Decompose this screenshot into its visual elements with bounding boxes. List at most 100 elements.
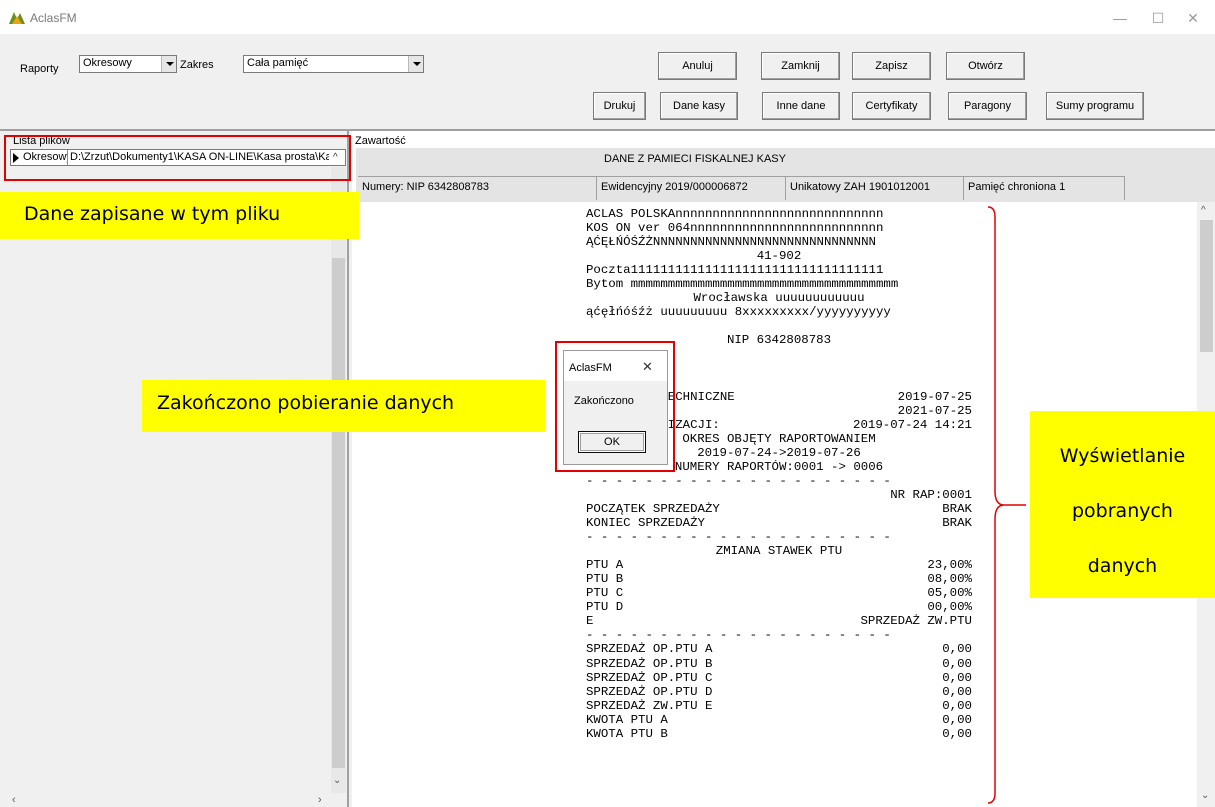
- title-bar: AclasFM — ☐ ✕: [0, 0, 1215, 34]
- receipt-line-label: - - - - - - - - - - - - - - - - - - - - …: [586, 628, 891, 643]
- fiscal-info-title: DANE Z PAMIECI FISKALNEJ KASY: [604, 153, 786, 165]
- receipt-line: SPRZEDAŻ OP.PTU B 0,00: [586, 657, 972, 671]
- receipt-line-value: 00,00%: [927, 600, 972, 615]
- receipt-line-value: 0,00: [942, 684, 972, 699]
- pamiec-field: Pamięć chroniona 1: [964, 176, 1125, 200]
- scroll-down-icon[interactable]: ⌄: [1201, 790, 1209, 801]
- otworz-button[interactable]: Otwórz: [946, 52, 1025, 80]
- receipt-line: [586, 319, 972, 333]
- receipt-line-value: 0,00: [942, 656, 972, 671]
- receipt-line-label: KWOTA PTU A: [586, 712, 668, 727]
- receipt-line-value: 0,00: [942, 642, 972, 657]
- receipt-line-label: PTU A: [586, 558, 624, 573]
- receipt-line: - - - - - - - - - - - - - - - - - - - - …: [586, 530, 972, 544]
- anuluj-button[interactable]: Anuluj: [658, 52, 737, 80]
- certyfikaty-button[interactable]: Certyfikaty: [852, 92, 931, 120]
- zakres-label: Zakres: [180, 59, 214, 71]
- receipt-line: Wrocławska uuuuuuuuuuuu: [586, 291, 972, 305]
- paragony-button[interactable]: Paragony: [948, 92, 1027, 120]
- right-brace-icon: [988, 206, 1026, 804]
- drukuj-button[interactable]: Drukuj: [593, 92, 646, 120]
- display-callout-line: pobranych: [1072, 500, 1173, 522]
- receipt-line: ĄĆĘŁŃÓŚŹŻNNNNNNNNNNNNNNNNNNNNNNNNNNNNNN: [586, 235, 972, 249]
- scroll-left-icon[interactable]: ‹: [12, 794, 16, 806]
- receipt-line-label: ąćęłńóśźż uuuuuuuuu 8xxxxxxxxx/yyyyyyyyy…: [586, 305, 891, 320]
- raporty-label: Raporty: [20, 63, 59, 75]
- receipt-line-value: 0,00: [942, 726, 972, 741]
- scroll-up-icon[interactable]: ^: [1201, 205, 1206, 216]
- receipt-line: SPRZEDAŻ OP.PTU C 0,00: [586, 671, 972, 685]
- receipt-line: PTU A 23,00%: [586, 558, 972, 572]
- receipt-line-label: - - - - - - - - - - - - - - - - - - - - …: [586, 530, 891, 545]
- receipt-line-label: KWOTA PTU B: [586, 726, 668, 741]
- receipt-line-label: SPRZEDAŻ OP.PTU B: [586, 656, 713, 671]
- receipt-line-value: 0,00: [942, 670, 972, 685]
- receipt-line: KOS ON ver 064nnnnnnnnnnnnnnnnnnnnnnnnnn: [586, 221, 972, 235]
- receipt-line: ZMIANA STAWEK PTU: [586, 544, 972, 558]
- receipt-line: - - - - - - - - - - - - - - - - - - - - …: [586, 628, 972, 642]
- display-callout-line: Wyświetlanie: [1059, 445, 1186, 467]
- receipt-line-label: Poczta1111111111111111111111111111111111: [586, 263, 884, 278]
- receipt-line-label: POCZĄTEK SPRZEDAŻY: [586, 501, 720, 516]
- receipt-line-label: SPRZEDAŻ OP.PTU A: [586, 642, 713, 657]
- raporty-select[interactable]: Okresowy: [79, 55, 177, 73]
- receipt-line-label: - - - - - - - - - - - - - - - - - - - - …: [586, 473, 891, 488]
- receipt-line: KWOTA PTU B 0,00: [586, 727, 972, 741]
- receipt-line-label: PTU C: [586, 586, 624, 601]
- receipt-line-value: 23,00%: [927, 558, 972, 573]
- raporty-select-value: Okresowy: [83, 57, 132, 69]
- receipt-line: PTU C 05,00%: [586, 586, 972, 600]
- receipt-line: POCZĄTEK SPRZEDAŻY BRAK: [586, 502, 972, 516]
- receipt-line: ACLAS POLSKAnnnnnnnnnnnnnnnnnnnnnnnnnnnn: [586, 207, 972, 221]
- scroll-right-icon[interactable]: ›: [318, 794, 322, 806]
- receipt-line: ąćęłńóśźż uuuuuuuuu 8xxxxxxxxx/yyyyyyyyy…: [586, 305, 972, 319]
- receipt-line: - - - - - - - - - - - - - - - - - - - - …: [586, 474, 972, 488]
- dane-kasy-button[interactable]: Dane kasy: [660, 92, 738, 120]
- receipt-line-label: E: [586, 614, 594, 629]
- receipt-line-value: 2019-07-24 14:21: [853, 417, 972, 432]
- sumy-programu-button[interactable]: Sumy programu: [1046, 92, 1144, 120]
- receipt-line: E SPRZEDAŻ ZW.PTU: [586, 614, 972, 628]
- receipt-line: PTU D 00,00%: [586, 600, 972, 614]
- ewidencyjny-field: Ewidencyjny 2019/000006872: [597, 176, 786, 200]
- scroll-down-icon[interactable]: ⌄: [333, 775, 341, 786]
- receipt-line-value: BRAK: [942, 501, 972, 516]
- zapisz-button[interactable]: Zapisz: [852, 52, 931, 80]
- receipt-line-value: 2019-07-25: [897, 389, 972, 404]
- zakres-select[interactable]: Cała pamięć: [243, 55, 424, 73]
- receipt-line-value: 08,00%: [927, 572, 972, 587]
- receipt-line-value: BRAK: [942, 516, 972, 531]
- receipt-line-value: SPRZEDAŻ ZW.PTU: [860, 614, 972, 629]
- zakres-select-value: Cała pamięć: [247, 57, 309, 69]
- receipt-line-value: 0,00: [942, 712, 972, 727]
- close-button[interactable]: ✕: [1170, 6, 1215, 30]
- receipt-line-value: 2021-07-25: [897, 403, 972, 418]
- receipt-line-label: KONIEC SPRZEDAŻY: [586, 516, 705, 531]
- receipt-line: SPRZEDAŻ OP.PTU D 0,00: [586, 685, 972, 699]
- file-list-scroll-thumb[interactable]: [332, 258, 345, 768]
- numery-field: Numery: NIP 6342808783: [358, 176, 597, 200]
- receipt-line: 41-902: [586, 249, 972, 263]
- chevron-down-icon[interactable]: [408, 56, 423, 72]
- content-scroll-thumb[interactable]: [1200, 220, 1213, 352]
- receipt-line-label: Bytom mmmmmmmmmmmmmmmmmmmmmmmmmmmmmmmmmm…: [586, 277, 899, 292]
- file-callout: Dane zapisane w tym pliku: [0, 192, 359, 239]
- display-callout-line: danych: [1087, 555, 1158, 577]
- zamknij-button[interactable]: Zamknij: [761, 52, 840, 80]
- receipt-line: SPRZEDAŻ ZW.PTU E 0,00: [586, 699, 972, 713]
- receipt-line-label: KOS ON ver 064nnnnnnnnnnnnnnnnnnnnnnnnnn: [586, 221, 884, 236]
- finished-callout: Zakończono pobieranie danych: [142, 380, 545, 432]
- window-title: AclasFM: [30, 11, 77, 25]
- content-header: Zawartość: [355, 135, 406, 147]
- receipt-line-centered: ZMIANA STAWEK PTU: [715, 544, 843, 559]
- file-list-horizontal-scrollbar[interactable]: [0, 793, 346, 807]
- chevron-down-icon[interactable]: [161, 56, 176, 72]
- inne-dane-button[interactable]: Inne dane: [762, 92, 840, 120]
- file-highlight-box: [4, 135, 351, 181]
- receipt-line-label: ACLAS POLSKAnnnnnnnnnnnnnnnnnnnnnnnnnnnn: [586, 207, 884, 221]
- file-list[interactable]: [10, 167, 346, 793]
- receipt-line: PTU B 08,00%: [586, 572, 972, 586]
- receipt-line-label: ĄĆĘŁŃÓŚŹŻNNNNNNNNNNNNNNNNNNNNNNNNNNNNNN: [586, 235, 876, 250]
- receipt-line: SPRZEDAŻ OP.PTU A 0,00: [586, 642, 972, 656]
- receipt-line-centered: 41-902: [756, 249, 802, 264]
